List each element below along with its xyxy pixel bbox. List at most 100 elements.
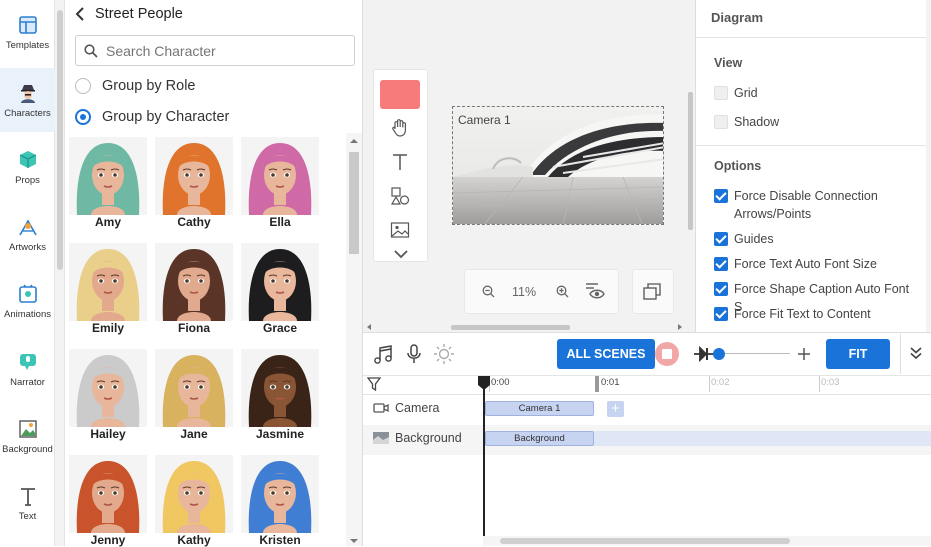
character-card[interactable]: Jenny <box>69 455 147 547</box>
timeline-clip[interactable]: Camera 1 <box>485 401 594 416</box>
record-icon[interactable] <box>654 341 680 367</box>
checkbox[interactable] <box>714 257 728 271</box>
scroll-right-arrow-icon[interactable] <box>676 323 684 331</box>
microphone-icon[interactable] <box>405 343 423 365</box>
group-by-character-option[interactable]: Group by Character <box>75 109 229 125</box>
copy-icon[interactable] <box>643 283 661 300</box>
checkbox[interactable] <box>714 86 728 100</box>
view-heading: View <box>714 56 743 70</box>
shape-color-swatch[interactable] <box>380 80 420 109</box>
character-name: Fiona <box>178 321 210 335</box>
zoom-in-icon[interactable] <box>556 285 569 298</box>
scroll-up-arrow-icon[interactable] <box>349 137 359 145</box>
add-clip-button[interactable]: + <box>607 401 624 417</box>
text-tool-icon[interactable] <box>392 153 408 171</box>
effects-sun-icon[interactable] <box>433 343 455 365</box>
sidebar-item-props[interactable]: Props <box>0 135 55 199</box>
timeline-scroll-thumb[interactable] <box>500 538 790 544</box>
zoom-slider-track[interactable] <box>718 353 790 354</box>
character-avatar <box>241 349 319 427</box>
double-chevron-down-icon[interactable] <box>909 346 923 360</box>
scroll-down-arrow-icon[interactable] <box>349 537 359 545</box>
sidebar-item-text[interactable]: Text <box>0 471 55 535</box>
sidebar-item-background[interactable]: Background <box>0 404 55 468</box>
track-camera[interactable]: Camera Camera 1 + <box>363 395 931 425</box>
character-card[interactable]: Amy <box>69 137 147 229</box>
option-item[interactable]: Guides <box>714 230 919 248</box>
sidebar-item-label: Characters <box>4 108 51 119</box>
character-card[interactable]: Ella <box>241 137 319 229</box>
character-card[interactable]: Fiona <box>155 243 233 335</box>
camera-frame[interactable]: Camera 1 <box>452 106 664 225</box>
hand-icon[interactable] <box>390 118 410 138</box>
props-icon <box>19 151 36 168</box>
radio-button-selected[interactable] <box>75 109 91 125</box>
character-card[interactable]: Jane <box>155 349 233 441</box>
back-button[interactable]: Street People <box>75 6 183 22</box>
shapes-tool-icon[interactable] <box>390 186 410 206</box>
ruler-tick-label: 0:00 <box>491 377 510 388</box>
sidebar-item-narrator[interactable]: Narrator <box>0 337 55 401</box>
checkbox[interactable] <box>714 189 728 203</box>
sidebar-item-characters[interactable]: Characters <box>0 68 55 132</box>
track-background[interactable]: Background Background <box>363 425 931 455</box>
sidebar-item-label: Text <box>18 511 37 522</box>
timeline-clip[interactable]: Background <box>485 431 594 446</box>
fit-button[interactable]: FIT <box>826 339 890 369</box>
plus-icon[interactable] <box>797 347 811 361</box>
zoom-slider-handle[interactable] <box>713 348 725 360</box>
image-tool-icon[interactable] <box>390 221 410 239</box>
character-card[interactable]: Grace <box>241 243 319 335</box>
video-camera-icon <box>373 403 389 413</box>
search-box[interactable] <box>75 35 355 66</box>
option-item[interactable]: Force Fit Text to Content <box>714 305 919 323</box>
music-icon[interactable] <box>373 343 395 365</box>
sidebar-item-animations[interactable]: Animations <box>0 269 55 333</box>
checkbox[interactable] <box>714 232 728 246</box>
radio-label: Group by Role <box>102 78 196 94</box>
preview-eye-icon[interactable] <box>584 282 608 300</box>
character-card[interactable]: Hailey <box>69 349 147 441</box>
character-card[interactable]: Jasmine <box>241 349 319 441</box>
view-option[interactable]: Shadow <box>714 113 919 131</box>
zoom-out-icon[interactable] <box>482 285 495 298</box>
character-name: Kristen <box>259 533 301 547</box>
ruler-tick-label: 0:01 <box>601 377 620 388</box>
checkbox-label: Force Text Auto Font Size <box>734 257 877 271</box>
chevron-down-icon[interactable] <box>393 249 409 259</box>
canvas-vertical-scroll-thumb[interactable] <box>688 92 693 230</box>
sidebar-item-artworks[interactable]: Artworks <box>0 202 55 266</box>
canvas-horizontal-scroll-thumb[interactable] <box>451 325 570 330</box>
sidebar-item-templates[interactable]: Templates <box>0 0 55 64</box>
character-card[interactable]: Cathy <box>155 137 233 229</box>
diagram-scrollbar[interactable] <box>926 0 931 332</box>
checkbox-label: Force Fit Text to Content <box>734 307 871 321</box>
ruler-tick <box>709 376 710 392</box>
search-input[interactable] <box>106 42 346 59</box>
checkbox[interactable] <box>714 307 728 321</box>
option-item[interactable]: Force Text Auto Font Size <box>714 255 919 273</box>
diagram-title: Diagram <box>711 10 764 25</box>
radio-button[interactable] <box>75 78 91 94</box>
playhead[interactable] <box>483 378 485 546</box>
timeline-ruler[interactable] <box>363 375 931 395</box>
checkbox-label: Grid <box>734 86 758 100</box>
checkbox[interactable] <box>714 282 728 296</box>
background-icon <box>18 420 37 438</box>
sidebar-scroll-thumb[interactable] <box>57 10 63 270</box>
scroll-left-arrow-icon[interactable] <box>365 323 373 331</box>
playhead-handle[interactable] <box>477 375 491 391</box>
checkbox[interactable] <box>714 115 728 129</box>
group-by-role-option[interactable]: Group by Role <box>75 78 196 94</box>
character-card[interactable]: Kathy <box>155 455 233 547</box>
option-item[interactable]: Force Disable Connection Arrows/Points <box>714 187 919 223</box>
filter-icon[interactable] <box>367 377 381 391</box>
character-list-scroll-thumb[interactable] <box>349 152 359 254</box>
all-scenes-button[interactable]: ALL SCENES <box>557 339 655 369</box>
character-name: Grace <box>262 321 298 335</box>
character-card[interactable]: Kristen <box>241 455 319 547</box>
view-option[interactable]: Grid <box>714 84 919 102</box>
checkbox-label: Guides <box>734 232 774 246</box>
character-card[interactable]: Emily <box>69 243 147 335</box>
character-name: Emily <box>91 321 124 335</box>
